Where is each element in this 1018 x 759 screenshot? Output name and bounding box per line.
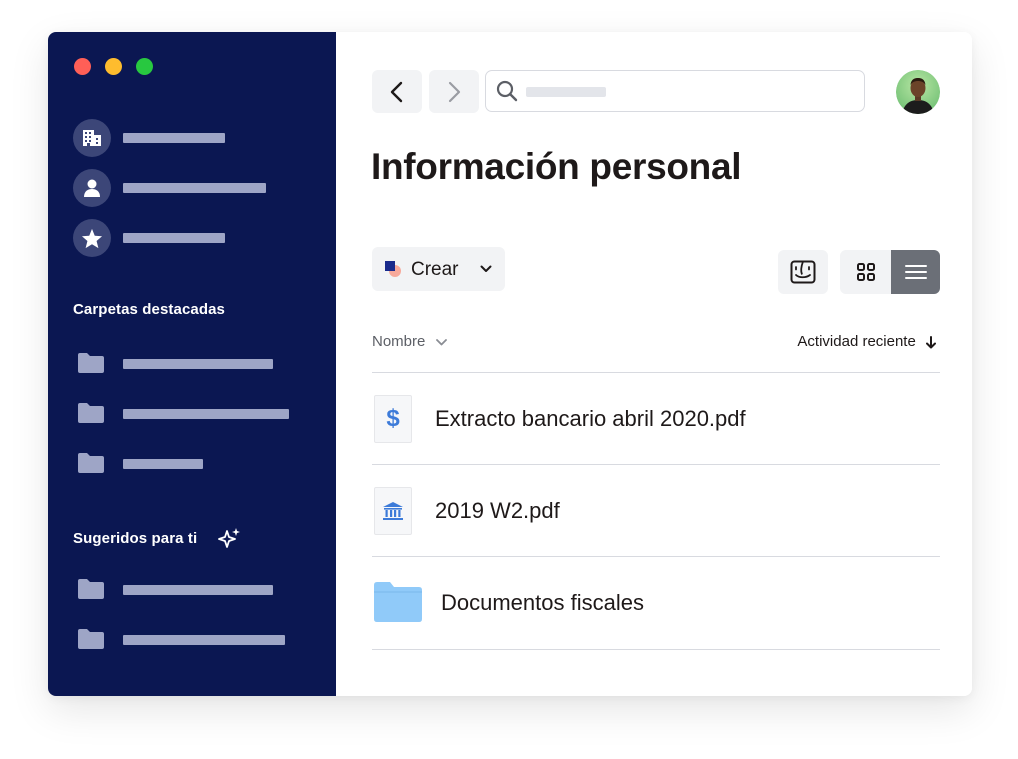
featured-folders-heading: Carpetas destacadas bbox=[73, 301, 225, 318]
file-name: Documentos fiscales bbox=[441, 590, 644, 615]
search-input[interactable] bbox=[485, 70, 865, 112]
featured-folder-item[interactable] bbox=[78, 403, 318, 425]
bank-icon bbox=[374, 487, 412, 535]
file-row[interactable]: $ Extracto bancario abril 2020.pdf bbox=[372, 373, 940, 465]
sidebar-item-label-placeholder bbox=[123, 133, 225, 143]
list-view-button[interactable] bbox=[891, 250, 940, 294]
folder-icon bbox=[78, 403, 104, 423]
file-name: Extracto bancario abril 2020.pdf bbox=[435, 406, 746, 431]
finder-button[interactable] bbox=[778, 250, 828, 294]
list-icon bbox=[904, 265, 927, 279]
back-button[interactable] bbox=[372, 70, 422, 113]
avatar[interactable] bbox=[896, 70, 940, 114]
sparkle-icon bbox=[218, 528, 240, 548]
chevron-right-icon bbox=[448, 81, 461, 102]
search-placeholder-bar bbox=[526, 87, 606, 97]
star-icon bbox=[73, 219, 111, 257]
zoom-window-button[interactable] bbox=[136, 58, 153, 75]
arrow-down-icon bbox=[926, 335, 936, 349]
activity-column-label: Actividad reciente bbox=[797, 333, 916, 350]
folder-icon bbox=[374, 582, 422, 622]
folder-label-placeholder bbox=[123, 409, 289, 419]
featured-folder-item[interactable] bbox=[78, 353, 318, 375]
folder-label-placeholder bbox=[123, 585, 273, 595]
suggested-heading-text: Sugeridos para ti bbox=[73, 530, 198, 547]
name-column-label: Nombre bbox=[372, 333, 426, 350]
featured-folder-item[interactable] bbox=[78, 453, 318, 475]
minimize-window-button[interactable] bbox=[105, 58, 122, 75]
building-icon bbox=[73, 119, 111, 157]
file-row[interactable]: 2019 W2.pdf bbox=[372, 465, 940, 557]
file-row[interactable]: Documentos fiscales bbox=[372, 557, 940, 649]
file-name: 2019 W2.pdf bbox=[435, 498, 560, 523]
grid-icon bbox=[856, 263, 875, 281]
chevron-down-icon bbox=[435, 338, 447, 345]
divider bbox=[372, 649, 940, 650]
folder-icon bbox=[78, 453, 104, 473]
sidebar-item-personal[interactable] bbox=[73, 169, 313, 207]
folder-icon bbox=[78, 629, 104, 649]
sidebar-item-starred[interactable] bbox=[73, 219, 313, 257]
sidebar: Carpetas destacadas Sugeridos para ti bbox=[48, 32, 336, 696]
folder-icon bbox=[78, 579, 104, 599]
sidebar-item-company[interactable] bbox=[73, 119, 313, 157]
page-title: Información personal bbox=[371, 146, 742, 187]
forward-button[interactable] bbox=[429, 70, 479, 113]
person-icon bbox=[73, 169, 111, 207]
create-icon bbox=[385, 261, 401, 277]
suggested-heading: Sugeridos para ti bbox=[73, 528, 240, 548]
name-column-header[interactable]: Nombre bbox=[372, 333, 447, 350]
main-content: Información personal Crear Nombre Activi… bbox=[336, 32, 972, 696]
close-window-button[interactable] bbox=[74, 58, 91, 75]
sidebar-item-label-placeholder bbox=[123, 233, 225, 243]
finder-icon bbox=[790, 260, 816, 284]
folder-label-placeholder bbox=[123, 635, 285, 645]
suggested-folder-item[interactable] bbox=[78, 629, 318, 651]
sidebar-item-label-placeholder bbox=[123, 183, 266, 193]
chevron-left-icon bbox=[390, 81, 403, 102]
create-button[interactable]: Crear bbox=[372, 247, 505, 291]
create-label: Crear bbox=[411, 259, 459, 280]
folder-label-placeholder bbox=[123, 359, 273, 369]
chevron-down-icon bbox=[480, 265, 492, 272]
dollar-icon: $ bbox=[374, 395, 412, 443]
search-icon bbox=[496, 80, 518, 102]
folder-label-placeholder bbox=[123, 459, 203, 469]
app-window: Carpetas destacadas Sugeridos para ti In… bbox=[48, 32, 972, 696]
folder-icon bbox=[78, 353, 104, 373]
suggested-folder-item[interactable] bbox=[78, 579, 318, 601]
activity-column-header[interactable]: Actividad reciente bbox=[797, 333, 936, 350]
grid-view-button[interactable] bbox=[840, 250, 891, 294]
